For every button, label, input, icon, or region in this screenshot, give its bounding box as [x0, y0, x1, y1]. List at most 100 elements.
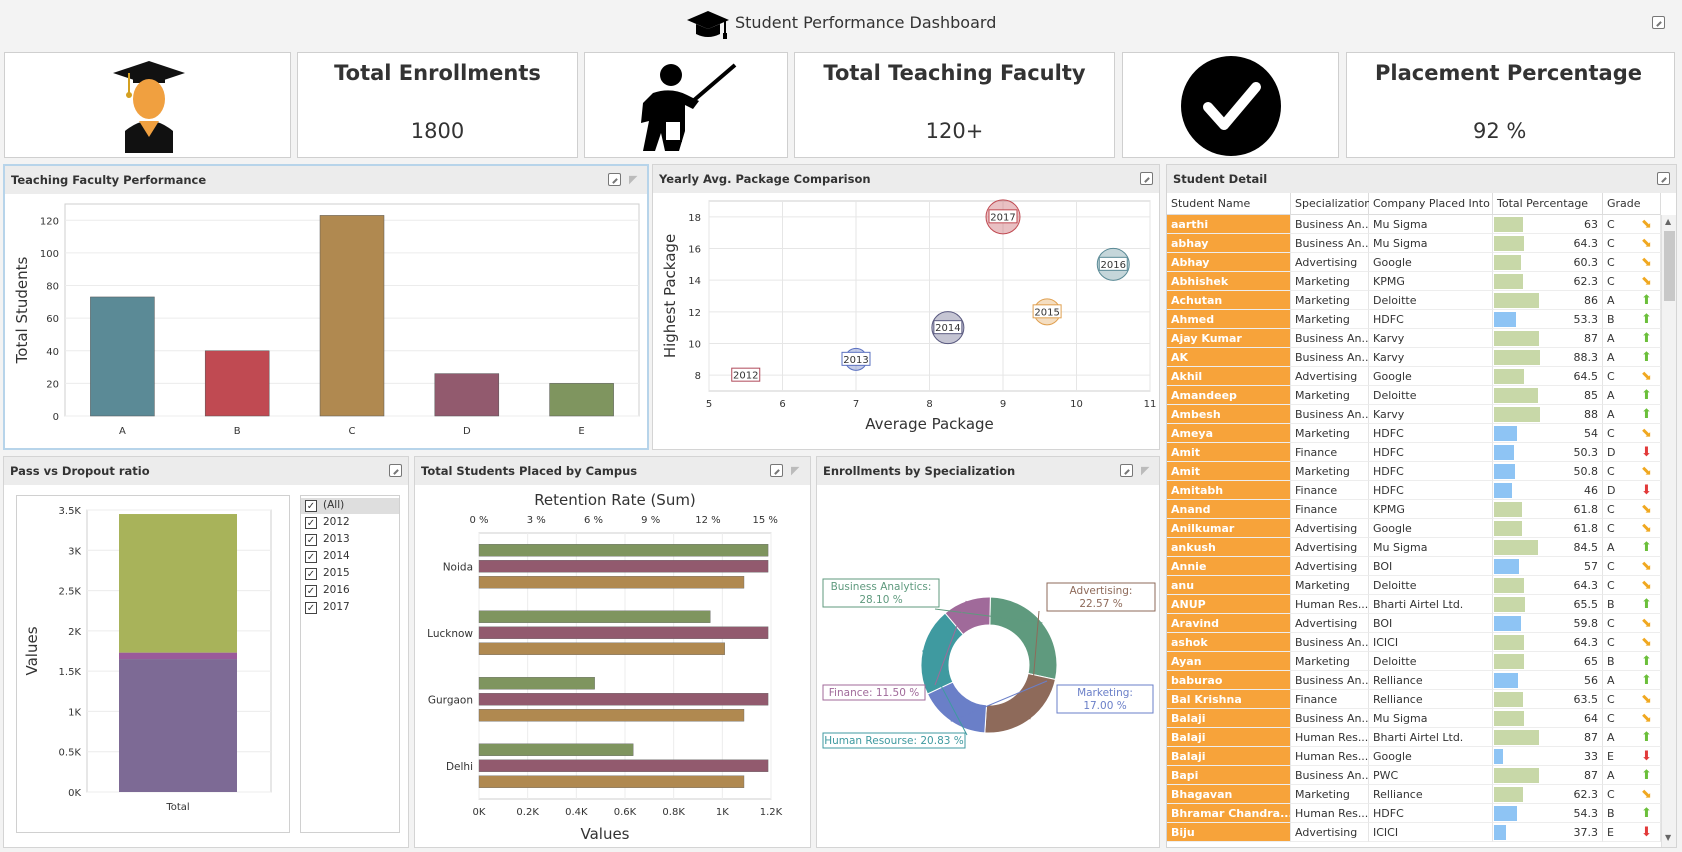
table-row[interactable]: Anilkumar Advertising Google 61.8 C ⬊	[1167, 519, 1661, 538]
percentage-databar	[1494, 578, 1524, 593]
table-row[interactable]: Amit Marketing HDFC 50.8 C ⬊	[1167, 462, 1661, 481]
maximize-icon[interactable]: ◤	[791, 464, 804, 477]
student-name-cell: Bal Krishna	[1167, 690, 1291, 709]
table-row[interactable]: Abhishek Marketing KPMG 62.3 C ⬊	[1167, 272, 1661, 291]
filter-item[interactable]: ✓ 2016	[301, 583, 399, 599]
percentage-cell: 88.3	[1493, 348, 1603, 367]
percentage-value: 46	[1584, 484, 1598, 497]
kpi-value: 1800	[410, 119, 465, 143]
export-icon[interactable]	[389, 464, 402, 477]
export-icon[interactable]	[1652, 16, 1665, 29]
filter-item[interactable]: ✓ (All)	[301, 498, 399, 514]
percentage-value: 33	[1584, 750, 1598, 763]
trend-side-icon: ⬊	[1641, 502, 1652, 517]
table-row[interactable]: ANUP Human Res... Bharti Airtel Ltd. 65.5 B ⬆	[1167, 595, 1661, 614]
percentage-value: 84.5	[1573, 541, 1599, 554]
percentage-cell: 65	[1493, 652, 1603, 671]
column-header[interactable]: Specialization	[1291, 193, 1371, 215]
filter-item[interactable]: ✓ 2014	[301, 549, 399, 565]
kpi-title: Total Enrollments	[334, 61, 541, 85]
percentage-databar	[1494, 616, 1521, 631]
table-row[interactable]: Balaji Business An... Mu Sigma 64 C ⬊	[1167, 709, 1661, 728]
column-header[interactable]: Grade	[1603, 193, 1661, 215]
table-row[interactable]: abhay Business An... Mu Sigma 64.3 C ⬊	[1167, 234, 1661, 253]
table-row[interactable]: Bapi Business An... PWC 87 A ⬆	[1167, 766, 1661, 785]
table-row[interactable]: AK Business An... Karvy 88.3 A ⬆	[1167, 348, 1661, 367]
checkbox-checked-icon[interactable]: ✓	[305, 534, 317, 546]
bar	[549, 383, 614, 417]
export-icon[interactable]	[608, 173, 621, 186]
grade-value: E	[1607, 826, 1614, 839]
export-icon[interactable]	[770, 464, 783, 477]
scroll-down-icon[interactable]: ▼	[1665, 833, 1671, 842]
checkbox-checked-icon[interactable]: ✓	[305, 500, 317, 512]
grade-cell: C ⬊	[1603, 500, 1661, 519]
table-row[interactable]: Achutan Marketing Deloitte 86 A ⬆	[1167, 291, 1661, 310]
percentage-value: 64	[1584, 712, 1598, 725]
table-row[interactable]: Balaji Human Res... Bharti Airtel Ltd. 87 A ⬆	[1167, 728, 1661, 747]
table-row[interactable]: Aravind Advertising BOI 59.8 C ⬊	[1167, 614, 1661, 633]
table-row[interactable]: ashok Business An... ICICI 64.3 C ⬊	[1167, 633, 1661, 652]
export-icon[interactable]	[1140, 172, 1153, 185]
export-icon[interactable]	[1657, 172, 1670, 185]
table-row[interactable]: Biju Advertising ICICI 37.3 E ⬇	[1167, 823, 1661, 842]
company-cell: HDFC	[1369, 804, 1493, 823]
table-row[interactable]: Bhagavan Marketing Relliance 62.3 C ⬊	[1167, 785, 1661, 804]
top-tick-label: 9 %	[641, 515, 660, 526]
faculty-bar-chart: 0 20 40 60 80 100 120 Total Students A B C D E	[13, 203, 640, 437]
table-row[interactable]: Balaji Human Res... Google 33 E ⬇	[1167, 747, 1661, 766]
checkbox-checked-icon[interactable]: ✓	[305, 585, 317, 597]
table-row[interactable]: Annie Advertising BOI 57 C ⬊	[1167, 557, 1661, 576]
filter-item[interactable]: ✓ 2015	[301, 566, 399, 582]
maximize-icon[interactable]: ◤	[629, 173, 642, 186]
filter-item[interactable]: ✓ 2013	[301, 532, 399, 548]
column-header[interactable]: Company Placed Into	[1369, 193, 1493, 215]
chart-title: Retention Rate (Sum)	[534, 491, 696, 509]
kpi-title: Placement Percentage	[1375, 61, 1642, 85]
company-cell: Relliance	[1369, 690, 1493, 709]
y-tick-label: 10	[688, 340, 701, 351]
scrollbar-thumb[interactable]	[1664, 231, 1675, 301]
table-row[interactable]: Amandeep Marketing Deloitte 85 A ⬆	[1167, 386, 1661, 405]
column-header[interactable]: Student Name	[1167, 193, 1291, 215]
company-cell: Mu Sigma	[1369, 538, 1493, 557]
grade-value: C	[1607, 275, 1615, 288]
table-row[interactable]: Anand Finance KPMG 61.8 C ⬊	[1167, 500, 1661, 519]
checkbox-checked-icon[interactable]: ✓	[305, 602, 317, 614]
column-header[interactable]: Total Percentage	[1493, 193, 1603, 215]
y-axis-label: Highest Package	[661, 234, 679, 358]
checkbox-checked-icon[interactable]: ✓	[305, 517, 317, 529]
table-row[interactable]: Akhil Advertising Google 64.5 C ⬊	[1167, 367, 1661, 386]
table-row[interactable]: baburao Business An... Relliance 56 A ⬆	[1167, 671, 1661, 690]
page-title: Student Performance Dashboard	[735, 13, 997, 32]
maximize-icon[interactable]: ◤	[1141, 464, 1154, 477]
table-row[interactable]: Ayan Marketing Deloitte 65 B ⬆	[1167, 652, 1661, 671]
table-row[interactable]: Amitabh Finance HDFC 46 D ⬇	[1167, 481, 1661, 500]
percentage-value: 65.5	[1573, 598, 1599, 611]
table-row[interactable]: anu Marketing Deloitte 64.3 C ⬊	[1167, 576, 1661, 595]
table-row[interactable]: Ambesh Business An... Karvy 88 A ⬆	[1167, 405, 1661, 424]
table-row[interactable]: Bal Krishna Finance Relliance 63.5 C ⬊	[1167, 690, 1661, 709]
company-cell: HDFC	[1369, 310, 1493, 329]
table-row[interactable]: aarthi Business An... Mu Sigma 63 C ⬊	[1167, 215, 1661, 234]
export-icon[interactable]	[1120, 464, 1133, 477]
checkbox-checked-icon[interactable]: ✓	[305, 551, 317, 563]
table-row[interactable]: Abhay Advertising Google 60.3 C ⬊	[1167, 253, 1661, 272]
table-row[interactable]: Ahmed Marketing HDFC 53.3 B ⬆	[1167, 310, 1661, 329]
grade-value: C	[1607, 788, 1615, 801]
table-row[interactable]: Ameya Marketing HDFC 54 C ⬊	[1167, 424, 1661, 443]
slice-label: Business Analytics:	[831, 581, 932, 593]
vertical-scrollbar[interactable]: ▲ ▼	[1661, 215, 1676, 847]
specialization-cell: Marketing	[1291, 291, 1369, 310]
specialization-cell: Marketing	[1291, 424, 1369, 443]
table-row[interactable]: Amit Finance HDFC 50.3 D ⬇	[1167, 443, 1661, 462]
table-row[interactable]: Ajay Kumar Business An... Karvy 87 A ⬆	[1167, 329, 1661, 348]
table-row[interactable]: Bhramar Chandra... Human Res... HDFC 54.3 B ⬆	[1167, 804, 1661, 823]
scroll-up-icon[interactable]: ▲	[1665, 217, 1671, 226]
table-row[interactable]: ankush Advertising Mu Sigma 84.5 A ⬆	[1167, 538, 1661, 557]
filter-item[interactable]: ✓ 2017	[301, 600, 399, 616]
filter-item[interactable]: ✓ 2012	[301, 515, 399, 531]
percentage-value: 56	[1584, 674, 1598, 687]
checkbox-checked-icon[interactable]: ✓	[305, 568, 317, 580]
package-bubble-chart: 5 6 7 8 9 10 11 8 10 12 14 16 18 Average Package Highe…	[661, 199, 1156, 433]
